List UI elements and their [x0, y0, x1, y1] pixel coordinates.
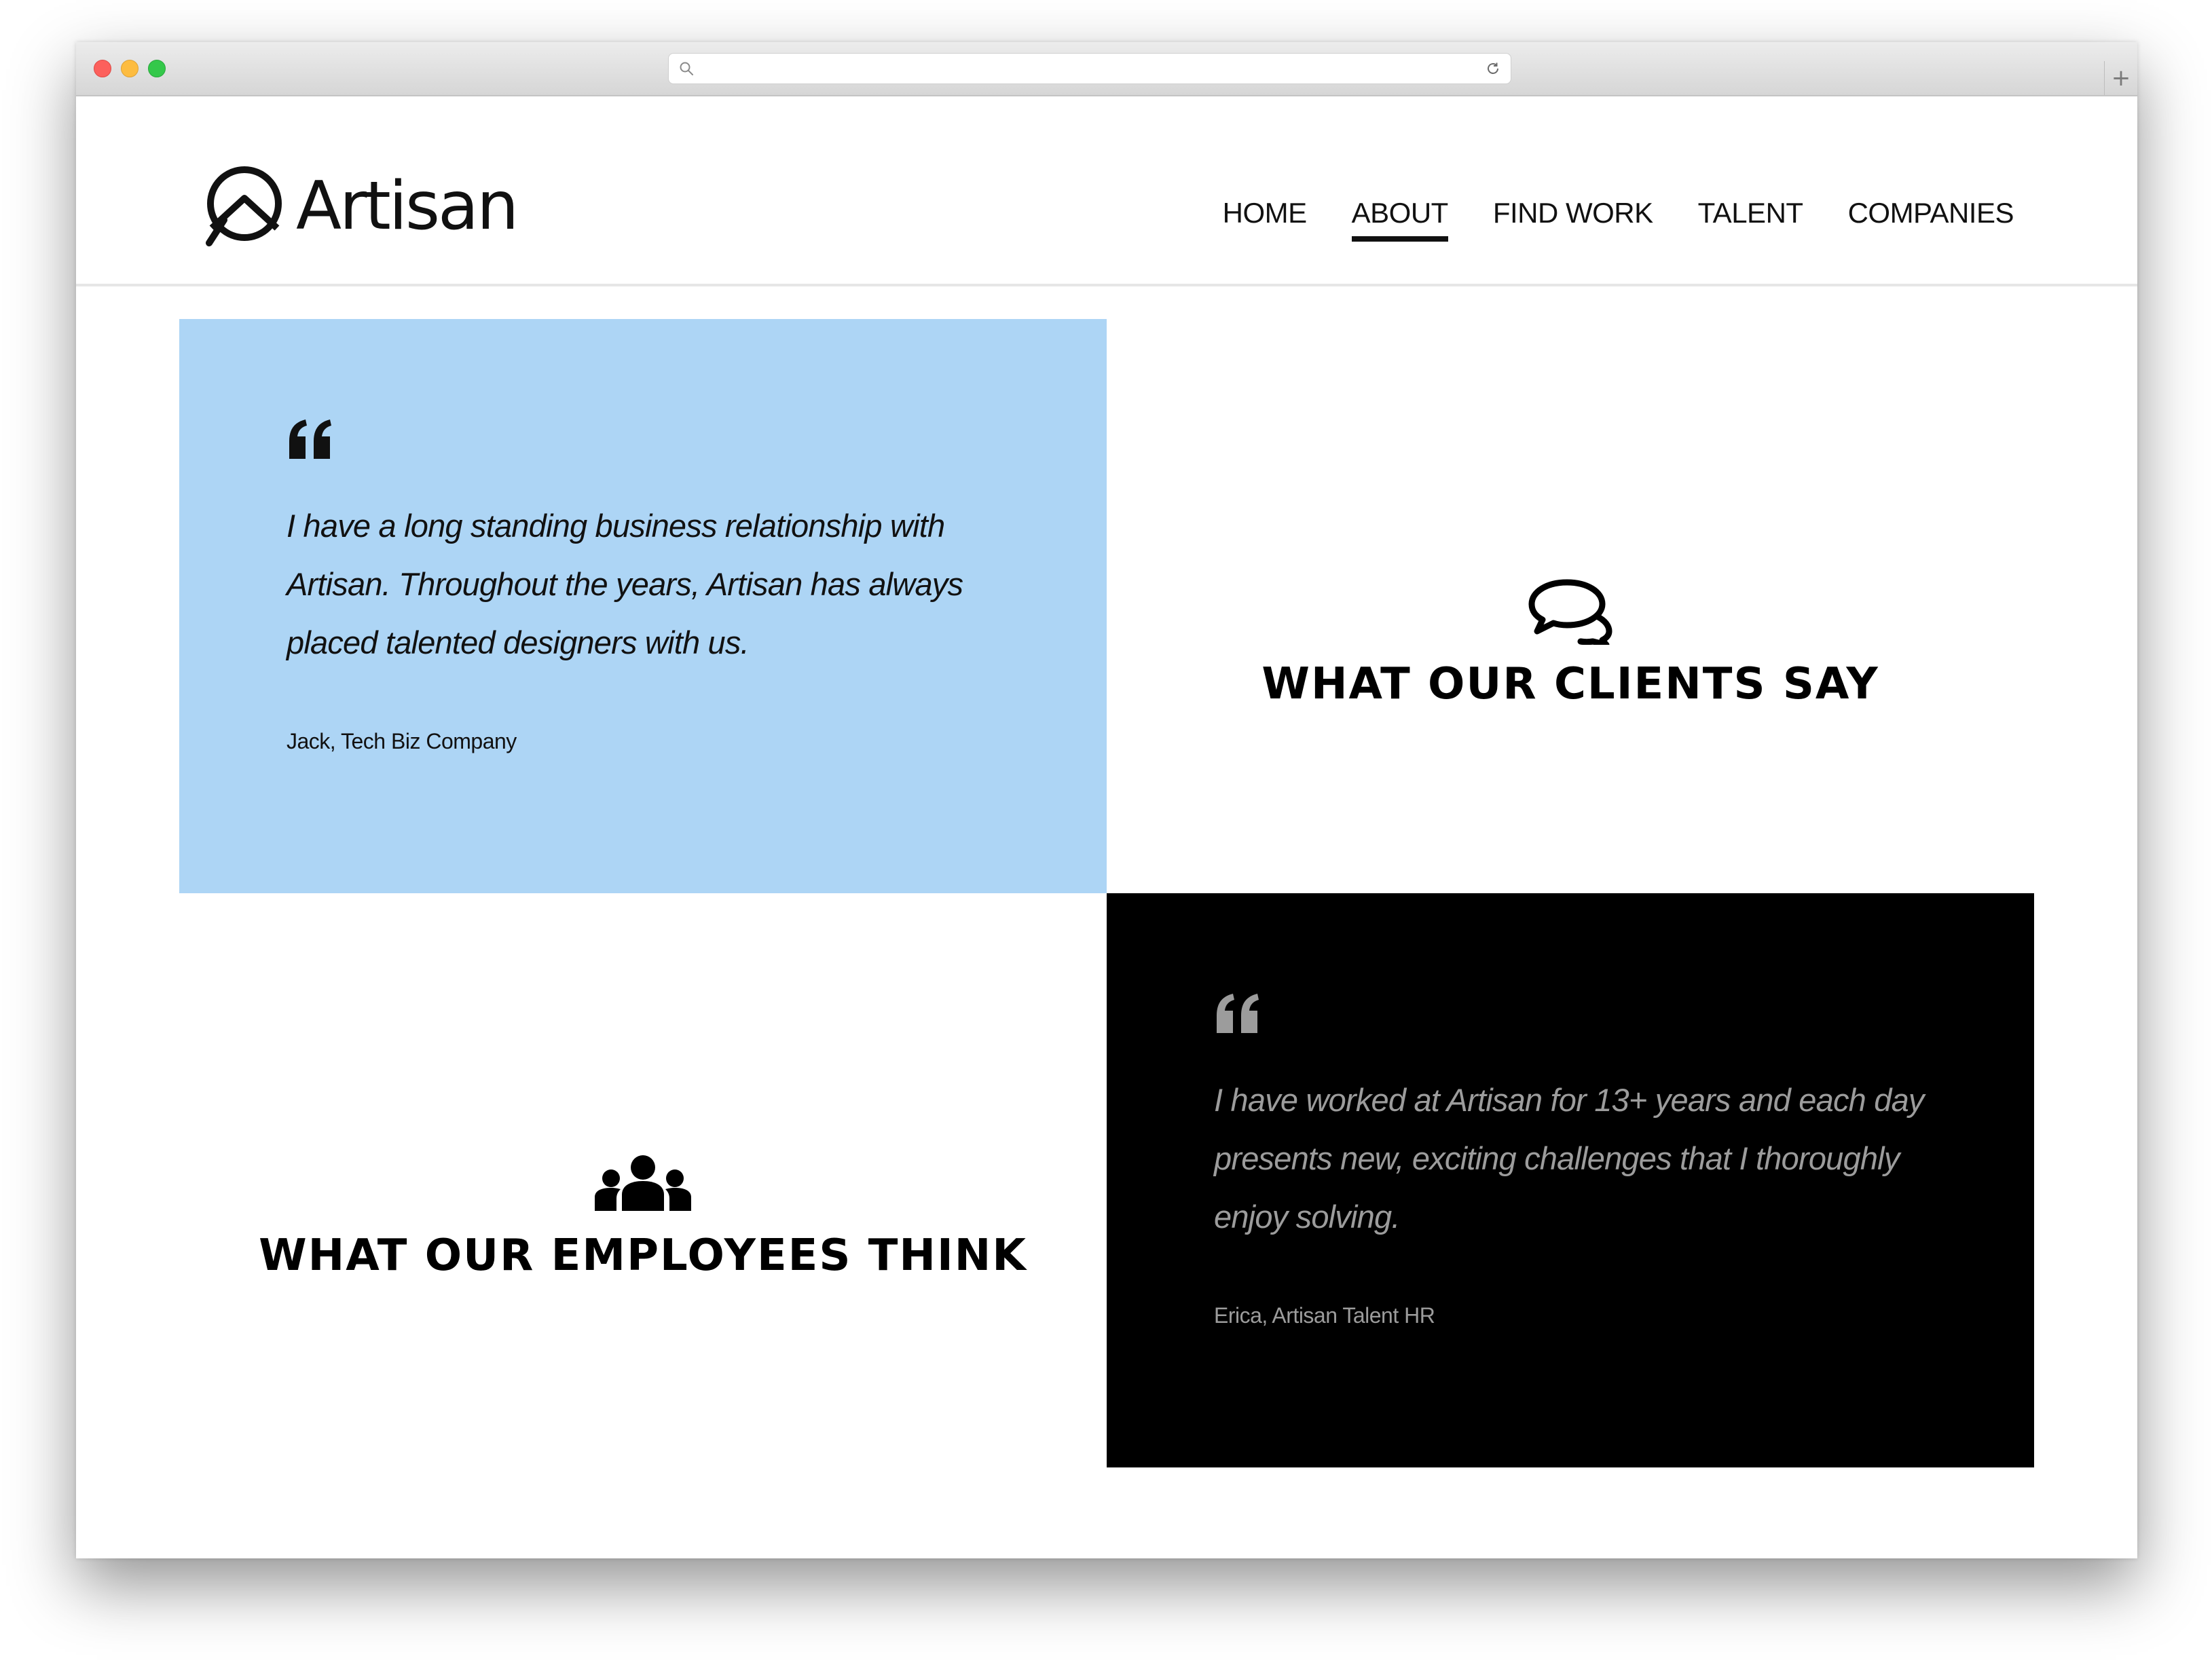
address-bar[interactable] — [668, 53, 1511, 84]
site-logo[interactable]: Artisan — [202, 166, 519, 247]
group-icon — [595, 1155, 691, 1211]
nav-find-work[interactable]: FIND WORK — [1493, 197, 1653, 239]
nav-talent[interactable]: TALENT — [1698, 197, 1803, 239]
main-nav: HOME ABOUT FIND WORK TALENT COMPANIES — [1223, 197, 2014, 242]
quote-icon — [289, 419, 331, 459]
logo-text: Artisan — [296, 168, 519, 245]
employee-testimonial-card: I have worked at Artisan for 13+ years a… — [1107, 893, 2034, 1467]
nav-about[interactable]: ABOUT — [1351, 197, 1448, 242]
nav-home[interactable]: HOME — [1223, 197, 1308, 239]
client-quote-text: I have a long standing business relation… — [287, 508, 963, 660]
logo-mark-icon — [206, 166, 282, 246]
maximize-window-button[interactable] — [148, 60, 166, 77]
clients-section-heading: WHAT OUR CLIENTS SAY — [1107, 319, 2034, 893]
clients-section-title: WHAT OUR CLIENTS SAY — [1261, 659, 1879, 709]
nav-companies[interactable]: COMPANIES — [1848, 197, 2014, 239]
site-header: Artisan HOME ABOUT FIND WORK TALENT COMP… — [76, 96, 2137, 286]
browser-toolbar: + — [76, 42, 2137, 96]
speech-bubbles-icon — [1528, 579, 1612, 645]
quote-icon — [1217, 994, 1259, 1033]
client-quote-author: Jack, Tech Biz Company — [287, 729, 517, 753]
browser-window: + Artisan HOME ABOUT FIND WORK TALENT CO… — [76, 42, 2137, 1558]
employee-quote-text: I have worked at Artisan for 13+ years a… — [1214, 1082, 1924, 1235]
client-testimonial-card: I have a long standing business relation… — [179, 319, 1107, 893]
employee-quote-author: Erica, Artisan Talent HR — [1214, 1303, 1435, 1328]
reload-icon[interactable] — [1485, 60, 1501, 77]
employees-section-heading: WHAT OUR EMPLOYEES THINK — [179, 893, 1107, 1467]
search-icon — [680, 62, 693, 75]
new-tab-button[interactable]: + — [2104, 61, 2137, 95]
minimize-window-button[interactable] — [121, 60, 139, 77]
employees-section-title: WHAT OUR EMPLOYEES THINK — [259, 1231, 1027, 1281]
close-window-button[interactable] — [94, 60, 111, 77]
